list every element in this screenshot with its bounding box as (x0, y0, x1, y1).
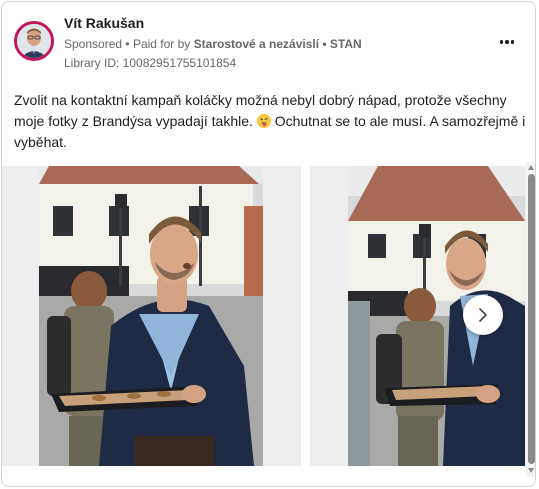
paid-for-prefix: Paid for by (132, 37, 191, 51)
scroll-up-arrow-icon[interactable] (528, 165, 534, 170)
sponsored-line: Sponsored • Paid for by Starostové a nez… (64, 37, 362, 51)
more-options-icon[interactable] (496, 32, 518, 52)
chevron-right-icon (479, 308, 487, 322)
separator: • (125, 37, 130, 51)
advertiser-avatar[interactable] (14, 21, 54, 61)
sponsored-label: Sponsored (64, 37, 123, 51)
advertiser-name[interactable]: Vít Rakušan (64, 15, 144, 31)
library-id: Library ID: 10082951755101854 (64, 56, 237, 70)
scrollbar-thumb[interactable] (528, 174, 535, 464)
paid-for-by-link[interactable]: Starostové a nezávislí • STAN (194, 37, 362, 51)
campaign-photo-1 (39, 166, 263, 466)
carousel-next-button[interactable] (463, 295, 503, 335)
carousel-slide-1[interactable] (2, 166, 301, 466)
winking-tongue-emoji-icon (256, 114, 271, 128)
image-carousel (2, 166, 526, 466)
ad-body-text: Zvolit na kontaktní kampaň koláčky možná… (14, 90, 526, 153)
ad-card: Vít Rakušan Sponsored • Paid for by Star… (1, 1, 536, 487)
scroll-down-arrow-icon[interactable] (528, 468, 534, 473)
vertical-scrollbar[interactable] (526, 162, 535, 477)
